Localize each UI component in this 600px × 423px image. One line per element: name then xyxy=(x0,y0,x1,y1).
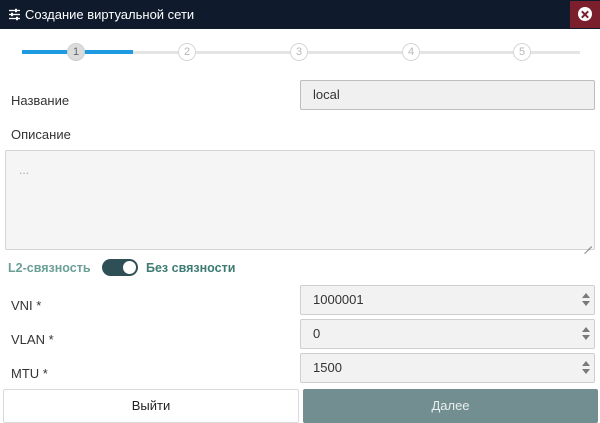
window-title: Создание виртуальной сети xyxy=(25,7,195,22)
l2-connectivity-label: L2-связность xyxy=(8,261,91,275)
step-5[interactable]: 5 xyxy=(513,43,531,61)
vlan-value: 0 xyxy=(313,326,321,341)
vlan-label: VLAN * xyxy=(11,332,54,347)
vni-field[interactable]: 1000001 xyxy=(300,285,595,315)
resize-grip-icon[interactable] xyxy=(583,238,592,247)
exit-button[interactable]: Выйти xyxy=(3,389,299,423)
close-circle-icon xyxy=(578,7,592,21)
next-button[interactable]: Далее xyxy=(303,389,598,423)
mtu-value: 1500 xyxy=(313,360,342,375)
vlan-field[interactable]: 0 xyxy=(300,319,595,349)
step-2[interactable]: 2 xyxy=(178,43,196,61)
mtu-label: MTU * xyxy=(11,366,48,381)
l2-state-label: Без связности xyxy=(146,261,236,275)
spinner-arrows-icon[interactable] xyxy=(582,361,590,375)
step-1[interactable]: 1 xyxy=(67,43,85,61)
l2-connectivity-toggle[interactable] xyxy=(102,259,138,276)
name-label: Название xyxy=(11,93,70,108)
description-label: Описание xyxy=(11,127,71,142)
title-bar: Создание виртуальной сети xyxy=(0,0,600,29)
mtu-field[interactable]: 1500 xyxy=(300,353,595,383)
description-placeholder: ... xyxy=(19,163,30,177)
vni-value: 1000001 xyxy=(313,292,364,307)
vni-label: VNI * xyxy=(11,298,42,313)
name-field[interactable]: local xyxy=(300,80,595,110)
description-textarea[interactable]: ... xyxy=(5,150,595,250)
sliders-icon xyxy=(9,8,20,21)
close-button[interactable] xyxy=(570,1,600,28)
spinner-arrows-icon[interactable] xyxy=(582,293,590,307)
toggle-knob xyxy=(123,261,136,274)
step-3[interactable]: 3 xyxy=(290,43,308,61)
step-4[interactable]: 4 xyxy=(402,43,420,61)
spinner-arrows-icon[interactable] xyxy=(582,327,590,341)
